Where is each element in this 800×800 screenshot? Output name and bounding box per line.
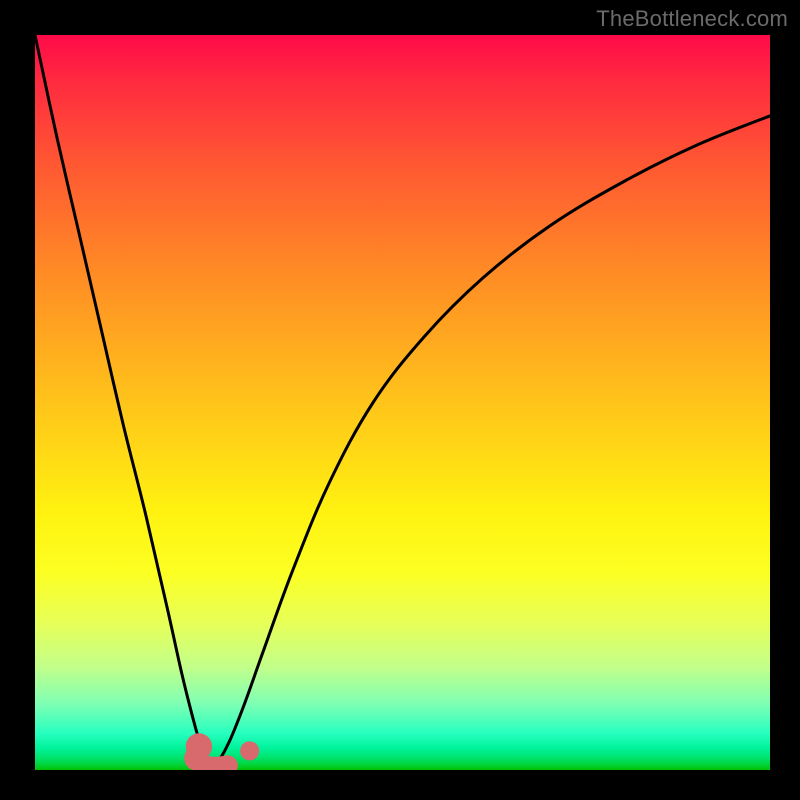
watermark-text: TheBottleneck.com [596,6,788,32]
plot-area [35,35,770,770]
outer-frame: TheBottleneck.com [0,0,800,800]
chart-svg [35,35,770,770]
curve-right-branch [211,116,770,770]
marker-dot-right [240,741,259,760]
curve-left-branch [35,35,211,770]
